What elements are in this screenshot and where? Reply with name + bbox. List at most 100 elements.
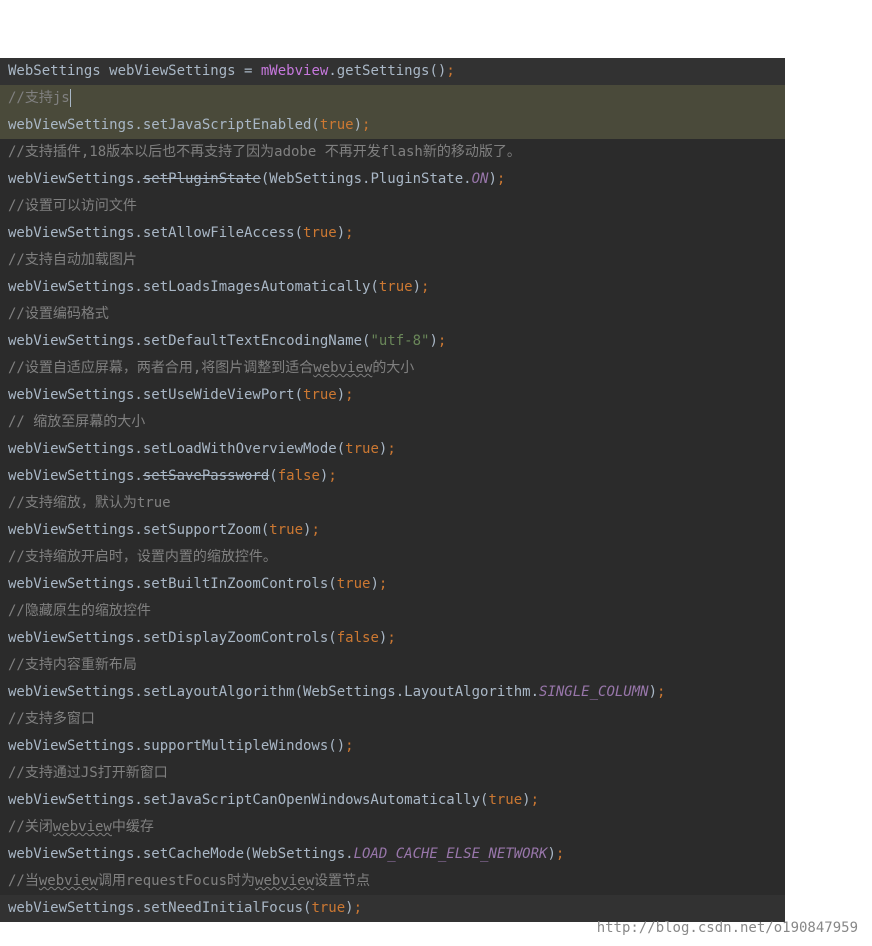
code-token: //当	[8, 873, 39, 889]
code-token: )	[413, 279, 421, 295]
code-token: )	[488, 171, 496, 187]
code-token: webViewSettings.	[8, 468, 143, 484]
code-token: ;	[657, 684, 665, 700]
code-token: ;	[345, 738, 353, 754]
code-token: )	[370, 576, 378, 592]
code-token: webViewSettings.setAllowFileAccess(	[8, 225, 303, 241]
code-token: false	[337, 630, 379, 646]
code-line[interactable]: webViewSettings.supportMultipleWindows()…	[0, 733, 785, 760]
code-token: //支持js	[8, 90, 70, 106]
code-line[interactable]: //设置自适应屏幕，两者合用,将图片调整到适合webview的大小	[0, 355, 785, 382]
code-line[interactable]: //当webview调用requestFocus时为webview设置节点	[0, 868, 785, 895]
code-line[interactable]: //支持缩放开启时，设置内置的缩放控件。	[0, 544, 785, 571]
code-token: //支持通过JS打开新窗口	[8, 765, 168, 781]
code-token: true	[337, 576, 371, 592]
code-line[interactable]: WebSettings webViewSettings = mWebview.g…	[0, 58, 785, 85]
code-token: webview	[39, 873, 98, 889]
code-token: )	[337, 225, 345, 241]
code-line[interactable]: //设置可以访问文件	[0, 193, 785, 220]
code-line[interactable]: webViewSettings.setSavePassword(false);	[0, 463, 785, 490]
text-cursor	[70, 89, 71, 107]
code-token: ;	[497, 171, 505, 187]
code-token: webViewSettings.setDisplayZoomControls(	[8, 630, 337, 646]
code-token: true	[303, 225, 337, 241]
code-line[interactable]: //支持缩放，默认为true	[0, 490, 785, 517]
code-token: webViewSettings.supportMultipleWindows()	[8, 738, 345, 754]
code-token: //隐藏原生的缩放控件	[8, 603, 151, 619]
code-token: )	[345, 900, 353, 916]
code-line[interactable]: webViewSettings.setBuiltInZoomControls(t…	[0, 571, 785, 598]
code-token: true	[320, 117, 354, 133]
code-token: 调用requestFocus时为	[98, 873, 255, 889]
code-line[interactable]: webViewSettings.setCacheMode(WebSettings…	[0, 841, 785, 868]
code-line[interactable]: //支持自动加载图片	[0, 247, 785, 274]
code-token: ;	[531, 792, 539, 808]
code-token: WebSettings webViewSettings =	[8, 63, 261, 79]
code-token: ;	[446, 63, 454, 79]
code-token: //支持缩放，默认为true	[8, 495, 171, 511]
code-line[interactable]: webViewSettings.setLayoutAlgorithm(WebSe…	[0, 679, 785, 706]
code-line[interactable]: //隐藏原生的缩放控件	[0, 598, 785, 625]
code-token: //支持缩放开启时，设置内置的缩放控件。	[8, 549, 277, 565]
watermark-text: http://blog.csdn.net/o190847959	[597, 920, 858, 936]
code-token: )	[649, 684, 657, 700]
code-token: ;	[345, 225, 353, 241]
code-token: ;	[438, 333, 446, 349]
code-token: 设置节点	[314, 873, 370, 889]
code-token: "utf-8"	[370, 333, 429, 349]
code-token: //支持内容重新布局	[8, 657, 137, 673]
code-line[interactable]: // 缩放至屏幕的大小	[0, 409, 785, 436]
code-token: ;	[421, 279, 429, 295]
code-token: )	[354, 117, 362, 133]
code-token: //设置可以访问文件	[8, 198, 137, 214]
code-token: webViewSettings.setLayoutAlgorithm(WebSe…	[8, 684, 539, 700]
code-token: ;	[311, 522, 319, 538]
code-line[interactable]: //支持通过JS打开新窗口	[0, 760, 785, 787]
code-line[interactable]: //支持插件,18版本以后也不再支持了因为adobe 不再开发flash新的移动…	[0, 139, 785, 166]
code-token: ON	[472, 171, 489, 187]
code-token: ;	[328, 468, 336, 484]
code-token: (	[269, 468, 277, 484]
code-token: true	[488, 792, 522, 808]
code-line[interactable]: webViewSettings.setPluginState(WebSettin…	[0, 166, 785, 193]
code-editor[interactable]: WebSettings webViewSettings = mWebview.g…	[0, 58, 785, 922]
code-token: webViewSettings.setLoadsImagesAutomatica…	[8, 279, 379, 295]
code-line[interactable]: webViewSettings.setSupportZoom(true);	[0, 517, 785, 544]
code-line[interactable]: webViewSettings.setUseWideViewPort(true)…	[0, 382, 785, 409]
code-token: setSavePassword	[143, 468, 269, 484]
code-token: ;	[556, 846, 564, 862]
code-token: SINGLE_COLUMN	[539, 684, 649, 700]
code-token: webViewSettings.setDefaultTextEncodingNa…	[8, 333, 370, 349]
code-line[interactable]: webViewSettings.setLoadWithOverviewMode(…	[0, 436, 785, 463]
code-token: )	[337, 387, 345, 403]
code-token: true	[303, 387, 337, 403]
code-line[interactable]: //设置编码格式	[0, 301, 785, 328]
code-line[interactable]: webViewSettings.setNeedInitialFocus(true…	[0, 895, 785, 922]
code-token: //支持多窗口	[8, 711, 95, 727]
code-line[interactable]: webViewSettings.setDefaultTextEncodingNa…	[0, 328, 785, 355]
code-line[interactable]: //支持多窗口	[0, 706, 785, 733]
code-token: mWebview	[261, 63, 328, 79]
code-line[interactable]: webViewSettings.setJavaScriptEnabled(tru…	[0, 112, 785, 139]
code-line[interactable]: webViewSettings.setAllowFileAccess(true)…	[0, 220, 785, 247]
code-token: webViewSettings.	[8, 171, 143, 187]
code-token: ;	[362, 117, 370, 133]
code-line[interactable]: webViewSettings.setJavaScriptCanOpenWind…	[0, 787, 785, 814]
code-token: false	[278, 468, 320, 484]
code-line[interactable]: webViewSettings.setDisplayZoomControls(f…	[0, 625, 785, 652]
code-line[interactable]: //支持js	[0, 85, 785, 112]
code-token: //设置自适应屏幕，两者合用,将图片调整到适合	[8, 360, 313, 376]
code-token: true	[379, 279, 413, 295]
code-token: setPluginState	[143, 171, 261, 187]
code-token: webview	[255, 873, 314, 889]
code-token: LOAD_CACHE_ELSE_NETWORK	[354, 846, 548, 862]
code-token: )	[522, 792, 530, 808]
code-token: webview	[53, 819, 112, 835]
code-token: webViewSettings.setJavaScriptEnabled(	[8, 117, 320, 133]
code-token: .getSettings()	[328, 63, 446, 79]
code-token: 中缓存	[112, 819, 154, 835]
code-line[interactable]: //关闭webview中缓存	[0, 814, 785, 841]
code-line[interactable]: //支持内容重新布局	[0, 652, 785, 679]
code-line[interactable]: webViewSettings.setLoadsImagesAutomatica…	[0, 274, 785, 301]
code-token: webViewSettings.setSupportZoom(	[8, 522, 269, 538]
